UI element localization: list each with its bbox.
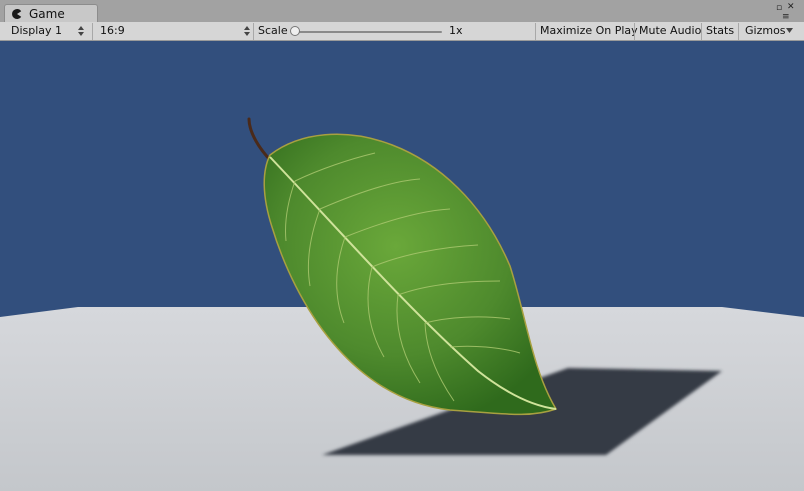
display-updown-icon xyxy=(78,26,84,36)
tab-game-label: Game xyxy=(29,6,65,21)
game-viewport[interactable] xyxy=(0,41,804,491)
aspect-dropdown[interactable]: 16:9 xyxy=(100,25,125,37)
pacman-icon xyxy=(12,8,22,19)
tab-game[interactable]: Game xyxy=(4,4,98,22)
gizmos-dropdown-arrow-icon[interactable] xyxy=(786,28,793,33)
game-scene xyxy=(0,41,804,491)
gizmos-toggle[interactable]: Gizmos xyxy=(745,25,786,37)
window-controls: ▫ ✕ ≡ xyxy=(774,1,798,22)
stats-toggle[interactable]: Stats xyxy=(706,25,734,37)
tab-strip: Game ▫ ✕ ≡ xyxy=(0,0,804,22)
game-window: Game ▫ ✕ ≡ Display 1 16:9 Scale 1x Maxim… xyxy=(0,0,804,491)
toolbar-separator xyxy=(701,23,702,40)
toolbar-separator xyxy=(535,23,536,40)
scale-value: 1x xyxy=(449,24,463,37)
close-icon[interactable]: ✕ xyxy=(787,3,795,12)
game-toolbar: Display 1 16:9 Scale 1x Maximize On Play… xyxy=(0,22,804,41)
scale-slider-track[interactable] xyxy=(294,31,442,33)
scale-label: Scale xyxy=(258,24,288,37)
mute-audio-toggle[interactable]: Mute Audio xyxy=(639,25,701,37)
toolbar-separator xyxy=(92,23,93,40)
aspect-updown-icon xyxy=(244,26,250,36)
scale-slider-thumb[interactable] xyxy=(290,26,300,36)
toolbar-separator xyxy=(253,23,254,40)
menu-icon[interactable]: ≡ xyxy=(782,13,790,22)
toolbar-separator xyxy=(738,23,739,40)
display-dropdown[interactable]: Display 1 xyxy=(11,25,62,37)
maximize-on-play-toggle[interactable]: Maximize On Play xyxy=(540,25,638,37)
toolbar-separator xyxy=(634,23,635,40)
